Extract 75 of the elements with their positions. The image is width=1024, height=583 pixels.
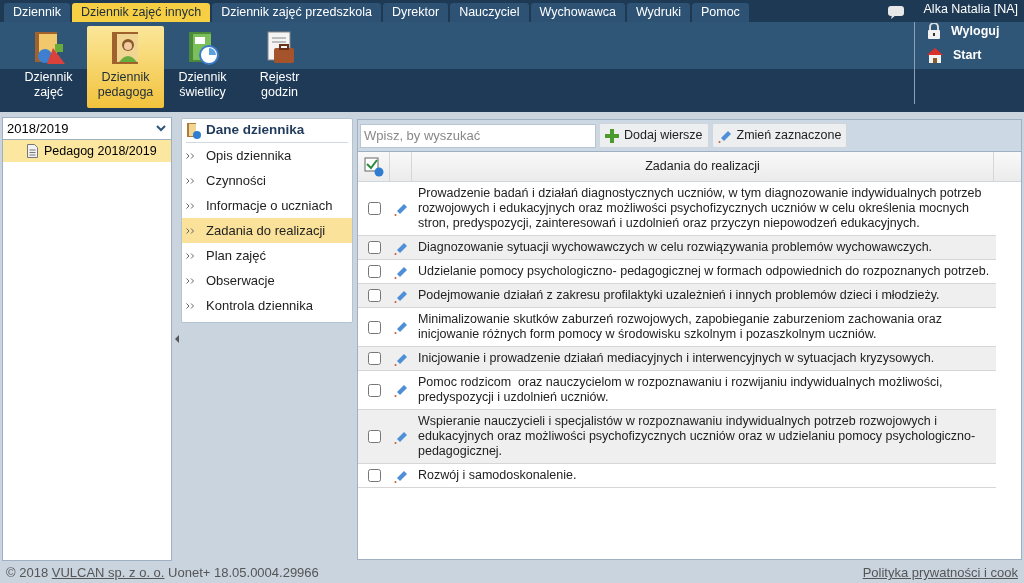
row-checkbox[interactable]	[367, 320, 381, 334]
nav-link[interactable]: Kontrola dziennika	[182, 293, 352, 318]
menu-tab[interactable]: Wydruki	[626, 3, 690, 22]
module-button[interactable]: Rejestr godzin	[241, 26, 318, 108]
nav-link[interactable]: Czynności	[182, 168, 352, 193]
nav-link[interactable]: Informacje o uczniach	[182, 193, 352, 218]
menu-tab[interactable]: Nauczyciel	[450, 3, 529, 22]
menu-tab[interactable]: Dziennik zajęć przedszkola	[212, 3, 381, 22]
chevron-down-icon	[156, 125, 166, 132]
table-cell-text: Wspieranie nauczycieli i specjalistów w rozpoznawaniu indywidualnych potrzeb rozwojowych i edukacyjnych oraz możliwości psychofizycznych uczniów oraz w udzielaniu pomocy psychologiczno-pedagogicznej.	[417, 413, 977, 460]
toolbar-button[interactable]: Zmień zaznaczone	[711, 123, 848, 148]
menu-tab[interactable]: Dyrektor	[382, 3, 449, 22]
toolbar-link[interactable]: Wyloguj	[927, 22, 1024, 40]
toolbar-link[interactable]: Start	[927, 46, 1024, 64]
module-button[interactable]: Dziennik zajęć	[10, 26, 87, 108]
menu-tab[interactable]: Dziennik	[4, 3, 70, 22]
row-checkbox[interactable]	[367, 289, 381, 302]
company-link[interactable]: VULCAN sp. z o. o.	[51, 565, 165, 581]
nav-link[interactable]: Plan zajęć	[182, 243, 352, 268]
row-checkbox[interactable]	[367, 241, 381, 254]
pencil-icon	[717, 128, 732, 143]
row-checkbox[interactable]	[367, 352, 381, 365]
table-cell-text: Inicjowanie i prowadzenie działań mediacyjnych i interwencyjnych w sytuacjach kryzysowych.	[417, 350, 936, 367]
plus-icon	[605, 128, 619, 143]
nav-link[interactable]: Opis dziennika	[182, 143, 352, 168]
collapse-handle-icon[interactable]	[174, 335, 179, 343]
double-chevron-icon	[186, 277, 195, 284]
pencil-icon	[394, 468, 408, 483]
home-icon	[927, 47, 943, 63]
double-chevron-icon	[186, 302, 195, 309]
row-checkbox[interactable]	[367, 383, 381, 397]
privacy-link[interactable]: Polityka prywatności i cook	[862, 563, 1018, 583]
table-cell-text: Prowadzenie badań i działań diagnostycznych uczniów, w tym diagnozowanie indywidualnych potrzeb rozwojowych i edukacyjnych oraz możliwości psychofizycznych uczniów w celu określenia mocnych stron, predyspozycji, zainteresowań i uzdolnień oraz przyczyn niepowodzeń edukacyjnych.	[417, 185, 983, 232]
double-chevron-icon	[186, 202, 195, 209]
chat-bubble-icon[interactable]	[887, 6, 904, 19]
table-cell-text: Udzielanie pomocy psychologiczno- pedagogicznej w formach odpowiednich do rozpoznanych potrzeb.	[417, 263, 991, 280]
table-cell-text: Rozwój i samodoskonalenie.	[417, 467, 578, 484]
module-button[interactable]: Dziennik świetlicy	[164, 26, 241, 108]
copyright-text: © 2018 VULCAN sp. z o. o. Uonet+ 18.05.0004.29966	[6, 564, 319, 583]
module-button[interactable]: Dziennik pedagoga	[87, 26, 164, 108]
row-checkbox[interactable]	[367, 265, 381, 278]
pencil-icon	[394, 429, 408, 444]
nav-link[interactable]: Obserwacje	[182, 268, 352, 293]
pencil-icon	[394, 351, 408, 366]
toolbar-button[interactable]: Dodaj wiersze	[599, 123, 709, 148]
pencil-icon	[394, 201, 408, 216]
journal-info-icon	[186, 122, 202, 139]
row-checkbox[interactable]	[367, 202, 381, 215]
user-name: Alka Natalia [NA]	[923, 1, 1018, 19]
table-cell-text: Diagnozowanie sytuacji wychowawczych w celu rozwiązywania problemów wychowawczych.	[417, 239, 934, 256]
search-field[interactable]: Wpisz, by wyszukać	[360, 123, 596, 148]
column-header: Zadania do realizacji	[412, 152, 994, 181]
table-cell-text: Podejmowanie działań z zakresu profilaktyki uzależnień i innych problemów dzieci i młodzieży.	[417, 287, 941, 304]
pencil-icon	[394, 320, 408, 334]
pencil-icon	[394, 288, 408, 303]
document-icon	[27, 144, 38, 158]
panel-title: Dane dziennika	[206, 121, 305, 140]
double-chevron-icon	[186, 152, 195, 159]
pencil-icon	[394, 264, 408, 279]
tree-item[interactable]: Pedagog 2018/2019	[3, 140, 171, 162]
lock-icon	[927, 23, 941, 39]
menu-tab[interactable]: Dziennik zajęć innych	[71, 3, 211, 22]
double-chevron-icon	[186, 252, 195, 259]
menu-tab[interactable]: Pomoc	[691, 3, 749, 22]
double-chevron-icon	[186, 177, 195, 184]
double-chevron-icon	[186, 227, 195, 234]
table-cell-text: Pomoc rodzicom oraz nauczycielom w rozpoznawaniu i rozwijaniu indywidualnych możliwości, predyspozycji i uzdolnień uczniów.	[417, 374, 944, 406]
pencil-icon	[394, 383, 408, 397]
table-cell-text: Minimalizowanie skutków zaburzeń rozwojowych, zapobieganie zaburzeniom zachowania oraz inicjowanie różnych form pomocy w środowisku szkolnym i pozaszkolnym uczniów.	[417, 311, 943, 343]
menu-tab[interactable]: Wychowawca	[530, 3, 625, 22]
checkbox-info-icon[interactable]	[363, 156, 384, 177]
nav-link[interactable]: Zadania do realizacji	[182, 218, 352, 243]
row-checkbox[interactable]	[367, 469, 381, 482]
row-checkbox[interactable]	[367, 430, 381, 443]
pencil-icon	[394, 240, 408, 255]
